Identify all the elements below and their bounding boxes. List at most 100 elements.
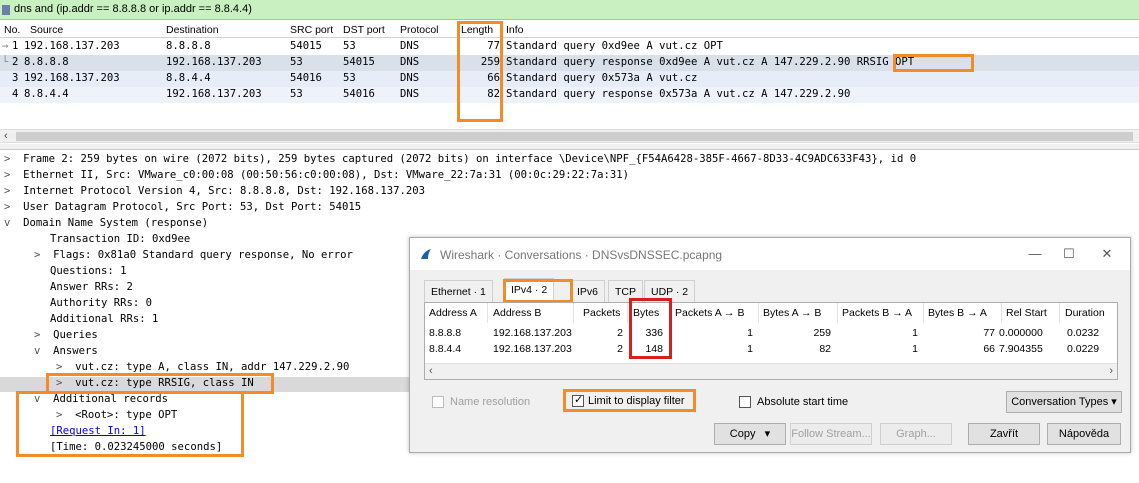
conversation-types-button[interactable]: Conversation Types ▾: [1006, 391, 1122, 413]
scroll-left-icon[interactable]: ‹: [4, 130, 8, 142]
detail-line[interactable]: Questions: 1: [50, 265, 127, 280]
detail-line-selected[interactable]: > vut.cz: type RRSIG, class IN: [0, 377, 420, 392]
column-source[interactable]: Source: [30, 24, 63, 36]
conversations-table[interactable]: Address A Address B Packets Bytes Packet…: [424, 302, 1118, 380]
detail-line[interactable]: > User Datagram Protocol, Src Port: 53, …: [4, 201, 361, 216]
follow-stream-button[interactable]: Follow Stream...: [790, 423, 872, 445]
dialog-title: Wireshark · Conversations · DNSvsDNSSEC.…: [440, 248, 723, 262]
cell-packets-ab: 1: [747, 343, 753, 355]
detail-line[interactable]: > Flags: 0x81a0 Standard query response,…: [34, 249, 353, 264]
packet-source: 192.168.137.203: [24, 72, 120, 84]
packet-info: Standard query response 0x573a A vut.cz …: [506, 88, 851, 100]
column-bytes-ab[interactable]: Bytes A → B: [763, 307, 821, 319]
column-bytes[interactable]: Bytes: [633, 307, 659, 319]
column-destination[interactable]: Destination: [166, 24, 219, 36]
column-dst-port[interactable]: DST port: [343, 24, 385, 36]
packet-list-scrollbar[interactable]: ‹: [0, 129, 1139, 143]
table-scrollbar[interactable]: ‹ ›: [425, 363, 1117, 379]
packet-dst-port: 54015: [343, 56, 375, 68]
scrollbar-thumb[interactable]: [16, 132, 1133, 141]
pane-splitter[interactable]: [0, 144, 1139, 150]
cell-bytes: 148: [645, 343, 663, 355]
column-address-b[interactable]: Address B: [493, 307, 541, 319]
column-protocol[interactable]: Protocol: [400, 24, 439, 36]
minimize-icon[interactable]: —: [1020, 244, 1050, 264]
detail-line[interactable]: Transaction ID: 0xd9ee: [50, 233, 190, 248]
cell-packets-ba: 1: [912, 343, 918, 355]
packet-protocol: DNS: [400, 56, 420, 68]
column-address-a[interactable]: Address A: [429, 307, 477, 319]
column-packets-ab[interactable]: Packets A → B: [675, 307, 744, 319]
display-filter-input[interactable]: dns and (ip.addr == 8.8.8.8 or ip.addr =…: [14, 3, 252, 15]
name-resolution-checkbox[interactable]: [432, 396, 444, 408]
packet-no: 2: [12, 56, 19, 68]
packet-no: 4: [12, 88, 19, 100]
detail-line[interactable]: > Ethernet II, Src: VMware_c0:00:08 (00:…: [4, 169, 629, 184]
cell-bytes-ba: 77: [983, 327, 995, 339]
packet-no: 3: [12, 72, 19, 84]
absolute-start-time-label: Absolute start time: [757, 396, 849, 408]
request-in-link[interactable]: [Request In: 1]: [50, 425, 146, 440]
packet-list-header: No. Source Destination SRC port DST port…: [0, 22, 1139, 38]
packet-dst-port: 53: [343, 72, 356, 84]
column-length[interactable]: Length: [461, 24, 493, 36]
packet-row[interactable]: 4 8.8.4.4 192.168.137.203 53 54016 DNS 8…: [0, 87, 1139, 103]
limit-display-filter-checkbox[interactable]: ✓: [572, 394, 584, 407]
tab-udp[interactable]: UDP · 2: [644, 280, 696, 302]
bookmark-icon[interactable]: [2, 5, 10, 15]
packet-src-port: 54015: [290, 40, 322, 52]
scroll-left-icon[interactable]: ‹: [429, 365, 433, 377]
detail-line[interactable]: > <Root>: type OPT: [56, 409, 177, 424]
packet-destination: 8.8.4.4: [166, 72, 211, 84]
tab-tcp[interactable]: TCP: [608, 280, 643, 302]
packet-destination: 8.8.8.8: [166, 40, 211, 52]
column-info[interactable]: Info: [506, 24, 524, 36]
cell-packets: 2: [617, 343, 623, 355]
copy-button[interactable]: Copy ▾: [714, 423, 786, 445]
tab-ethernet[interactable]: Ethernet · 1: [424, 280, 493, 302]
column-src-port[interactable]: SRC port: [290, 24, 333, 36]
packet-source: 8.8.8.8: [24, 56, 69, 68]
packet-src-port: 53: [290, 88, 303, 100]
tab-ipv6[interactable]: IPv6: [570, 280, 606, 302]
detail-line[interactable]: v Additional records: [34, 393, 168, 408]
detail-line[interactable]: v Domain Name System (response): [4, 217, 208, 232]
cell-duration: 0.0232: [1067, 327, 1100, 339]
packet-source: 192.168.137.203: [24, 40, 120, 52]
cell-address-b: 192.168.137.203: [493, 343, 572, 355]
request-arrow-icon: →: [2, 40, 9, 52]
column-duration[interactable]: Duration: [1065, 307, 1105, 319]
column-packets[interactable]: Packets: [583, 307, 620, 319]
detail-line[interactable]: Authority RRs: 0: [50, 297, 152, 312]
graph-button[interactable]: Graph...: [880, 423, 952, 445]
column-no[interactable]: No.: [4, 24, 20, 36]
detail-line[interactable]: v Answers: [34, 345, 98, 360]
packet-info: Standard query 0x573a A vut.cz: [506, 72, 698, 84]
close-icon[interactable]: ✕: [1092, 244, 1122, 264]
response-arrow-icon: └: [2, 56, 9, 68]
cell-rel-start: 0.000000: [999, 327, 1043, 339]
detail-line[interactable]: Additional RRs: 1: [50, 313, 158, 328]
scroll-right-icon[interactable]: ›: [1109, 365, 1113, 377]
detail-line[interactable]: > vut.cz: type A, class IN, addr 147.229…: [56, 361, 349, 376]
column-packets-ba[interactable]: Packets B → A: [842, 307, 912, 319]
packet-row[interactable]: 3 192.168.137.203 8.8.4.4 54016 53 DNS 6…: [0, 71, 1139, 87]
column-bytes-ba[interactable]: Bytes B → A: [928, 307, 987, 319]
detail-line[interactable]: > Queries: [34, 329, 98, 344]
dialog-titlebar[interactable]: Wireshark · Conversations · DNSvsDNSSEC.…: [410, 238, 1130, 270]
packet-info: Standard query 0xd9ee A vut.cz OPT: [506, 40, 723, 52]
detail-line[interactable]: > Frame 2: 259 bytes on wire (2072 bits)…: [4, 153, 916, 168]
detail-line[interactable]: [Time: 0.023245000 seconds]: [50, 441, 222, 456]
maximize-icon[interactable]: ☐: [1054, 244, 1084, 264]
detail-line[interactable]: Answer RRs: 2: [50, 281, 133, 296]
packet-row-selected[interactable]: └ 2 8.8.8.8 192.168.137.203 53 54015 DNS…: [0, 55, 1139, 71]
tab-ipv4[interactable]: IPv4 · 2: [504, 278, 555, 302]
absolute-start-time-checkbox[interactable]: [739, 396, 751, 408]
help-button[interactable]: Nápověda: [1047, 423, 1121, 445]
close-button[interactable]: Zavřít: [968, 423, 1040, 445]
packet-row[interactable]: → 1 192.168.137.203 8.8.8.8 54015 53 DNS…: [0, 39, 1139, 55]
detail-line[interactable]: > Internet Protocol Version 4, Src: 8.8.…: [4, 185, 425, 200]
display-filter-bar[interactable]: dns and (ip.addr == 8.8.8.8 or ip.addr =…: [0, 0, 1139, 20]
checkmark-icon: ✓: [574, 394, 584, 406]
column-rel-start[interactable]: Rel Start: [1006, 307, 1047, 319]
